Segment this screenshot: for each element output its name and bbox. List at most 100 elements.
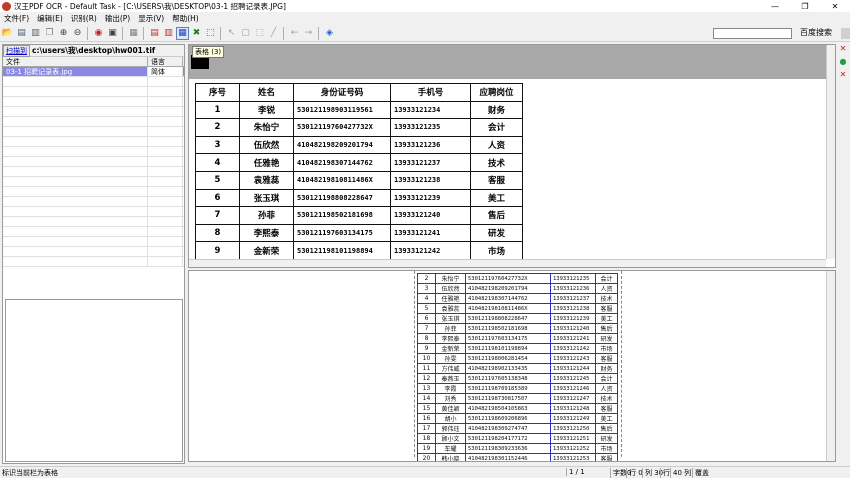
image-view[interactable]: 表格 (3) 序号 姓名 身份证号码 手机号 应聘岗位 1 李锐 530121198… [188,44,836,268]
table-cell: 13933121236 [390,135,471,155]
rotate-icon[interactable]: ◉ [92,27,105,40]
page-table-cell: 15 [417,403,436,414]
page-table-row: 10 孙雯 530121198006281454 13933121243 客服 [417,353,618,364]
page-table-cell: 6 [417,313,436,324]
page-table-cell: 410482198504105863 [465,403,551,414]
header-cell: 姓名 [239,83,294,102]
vertical-scrollbar[interactable] [826,271,835,461]
page-table-cell: 售后 [595,423,618,434]
page-table-cell: 10 [417,353,436,364]
print-icon[interactable]: ▣ [106,27,119,40]
maximize-button[interactable]: ❐ [790,0,820,12]
copy-icon[interactable]: ❐ [43,27,56,40]
text-region-icon[interactable]: ▦ [127,27,140,40]
menu-help[interactable]: 帮助(H) [168,13,203,24]
table-cell: 13933121238 [390,170,471,190]
page-table-cell: 13 [417,383,436,394]
graphic-region-icon[interactable]: ▥ [162,27,175,40]
pen-icon[interactable]: ╱ [267,27,280,40]
table-cell: 53012119760427732X [293,118,391,137]
column-language[interactable]: 语言 [148,57,183,66]
toolbar-separator [318,26,319,40]
save-icon[interactable]: ▤ [15,27,28,40]
file-row[interactable]: 03-1 招聘记录表.jpg 简体 [3,67,184,77]
page-indicator: 1 / 1 [566,468,606,476]
image-region-icon[interactable]: ▤ [148,27,161,40]
vertical-scrollbar[interactable] [826,45,835,259]
delete-icon[interactable]: ✕ [836,70,850,83]
search-input[interactable] [713,28,792,39]
status-cell: 行 0 [626,468,643,478]
page-table-cell: 孙菲 [435,323,466,334]
select-region-icon[interactable]: ⬚ [204,27,217,40]
page-table-cell: 530121197603134175 [465,333,551,344]
horizontal-scrollbar[interactable] [189,259,826,267]
page-table-cell: 13933121245 [550,373,596,384]
page-table-cell: 刘秀 [435,393,466,404]
page-preview[interactable]: 2 朱怡宁 53012119760427732X 13933121235 会计 3 伍欣然 4… [188,270,836,462]
table-cell: 9 [195,241,240,260]
recognize-icon[interactable]: ◈ [323,27,336,40]
column-file[interactable]: 文件 [3,57,148,66]
resize-icon[interactable]: ⬚ [253,27,266,40]
table-cell: 技术 [470,153,523,172]
page-table-cell: 14 [417,393,436,404]
menu-view[interactable]: 显示(V) [134,13,168,24]
region-icon[interactable]: ▢ [239,27,252,40]
menu-recognize[interactable]: 识别(R) [67,13,101,24]
page-table-cell: 8 [417,333,436,344]
page-table-cell: 张玉琪 [435,313,466,324]
table-cell: 孙菲 [239,206,294,225]
close-icon[interactable]: ✕ [836,44,850,57]
table-cell: 售后 [470,206,523,225]
pointer-icon[interactable]: ↖ [225,27,238,40]
table-region-icon[interactable]: ▦ [176,26,189,40]
page-table-cell: 7 [417,323,436,334]
table-cell: 410482198209201794 [293,135,391,155]
table-cell: 袁雅蕊 [239,170,294,190]
page-table-cell: 人资 [595,283,618,294]
green-icon[interactable]: ● [836,57,850,70]
minimize-button[interactable]: — [760,0,790,12]
table-row: 8 李熙泰 530121197603134175 13933121241 研发 [195,223,523,243]
page-table-cell: 17 [417,423,436,434]
page-table-cell: 研发 [595,433,618,444]
menu-edit[interactable]: 编辑(E) [33,13,67,24]
back-icon[interactable]: ← [288,27,301,40]
page-table-cell: 4 [417,293,436,304]
page-table-cell: 9 [417,343,436,354]
page-table-cell: 13933121248 [550,403,596,414]
page-table-cell: 13933121249 [550,413,596,424]
forward-icon[interactable]: → [302,27,315,40]
page-table-row: 14 刘秀 530121198730817507 13933121247 技术 [417,393,618,404]
menu-output[interactable]: 输出(P) [101,13,134,24]
zoom-in-icon[interactable]: ⊕ [57,27,70,40]
table-cell: 美工 [470,188,523,208]
zoom-out-icon[interactable]: ⊖ [71,27,84,40]
page-table-cell: 530121198808228647 [465,313,551,324]
menu-file[interactable]: 文件(F) [0,13,33,24]
delete-region-icon[interactable]: ✖ [190,27,203,40]
file-list-header: 文件 语言 [3,57,184,67]
table-row: 6 张玉琪 530121198808228647 13933121239 美工 [195,188,523,208]
scan-to-button[interactable]: 扫描到 [3,44,30,57]
page-table-row: 13 李霞 530121198709185389 13933121246 人资 [417,383,618,394]
page-table-cell: 客服 [595,353,618,364]
page-table-cell: 13933121244 [550,363,596,374]
baidu-search-button[interactable]: 百度搜索 [800,27,832,38]
toolbar-separator [220,26,221,40]
search-indicator [841,28,850,39]
table-cell: 任雅艳 [239,153,294,172]
page-table-row: 11 方伟威 410482198902133435 13933121244 财务 [417,363,618,374]
table-cell: 李熙泰 [239,223,294,243]
open-icon[interactable]: 📂 [1,27,14,40]
scan-icon[interactable]: ▥ [29,27,42,40]
page-table-cell: 伍欣然 [435,283,466,294]
page-table-row: 7 孙菲 530121198502181698 13933121240 售后 [417,323,618,334]
page-table-cell: 41048219810811486X [465,303,551,314]
header-cell: 应聘岗位 [470,83,523,102]
toolbar-separator [143,26,144,40]
close-button[interactable]: ✕ [820,0,850,12]
page-table-cell: 13933121250 [550,423,596,434]
page-table-cell: 13933121252 [550,443,596,454]
